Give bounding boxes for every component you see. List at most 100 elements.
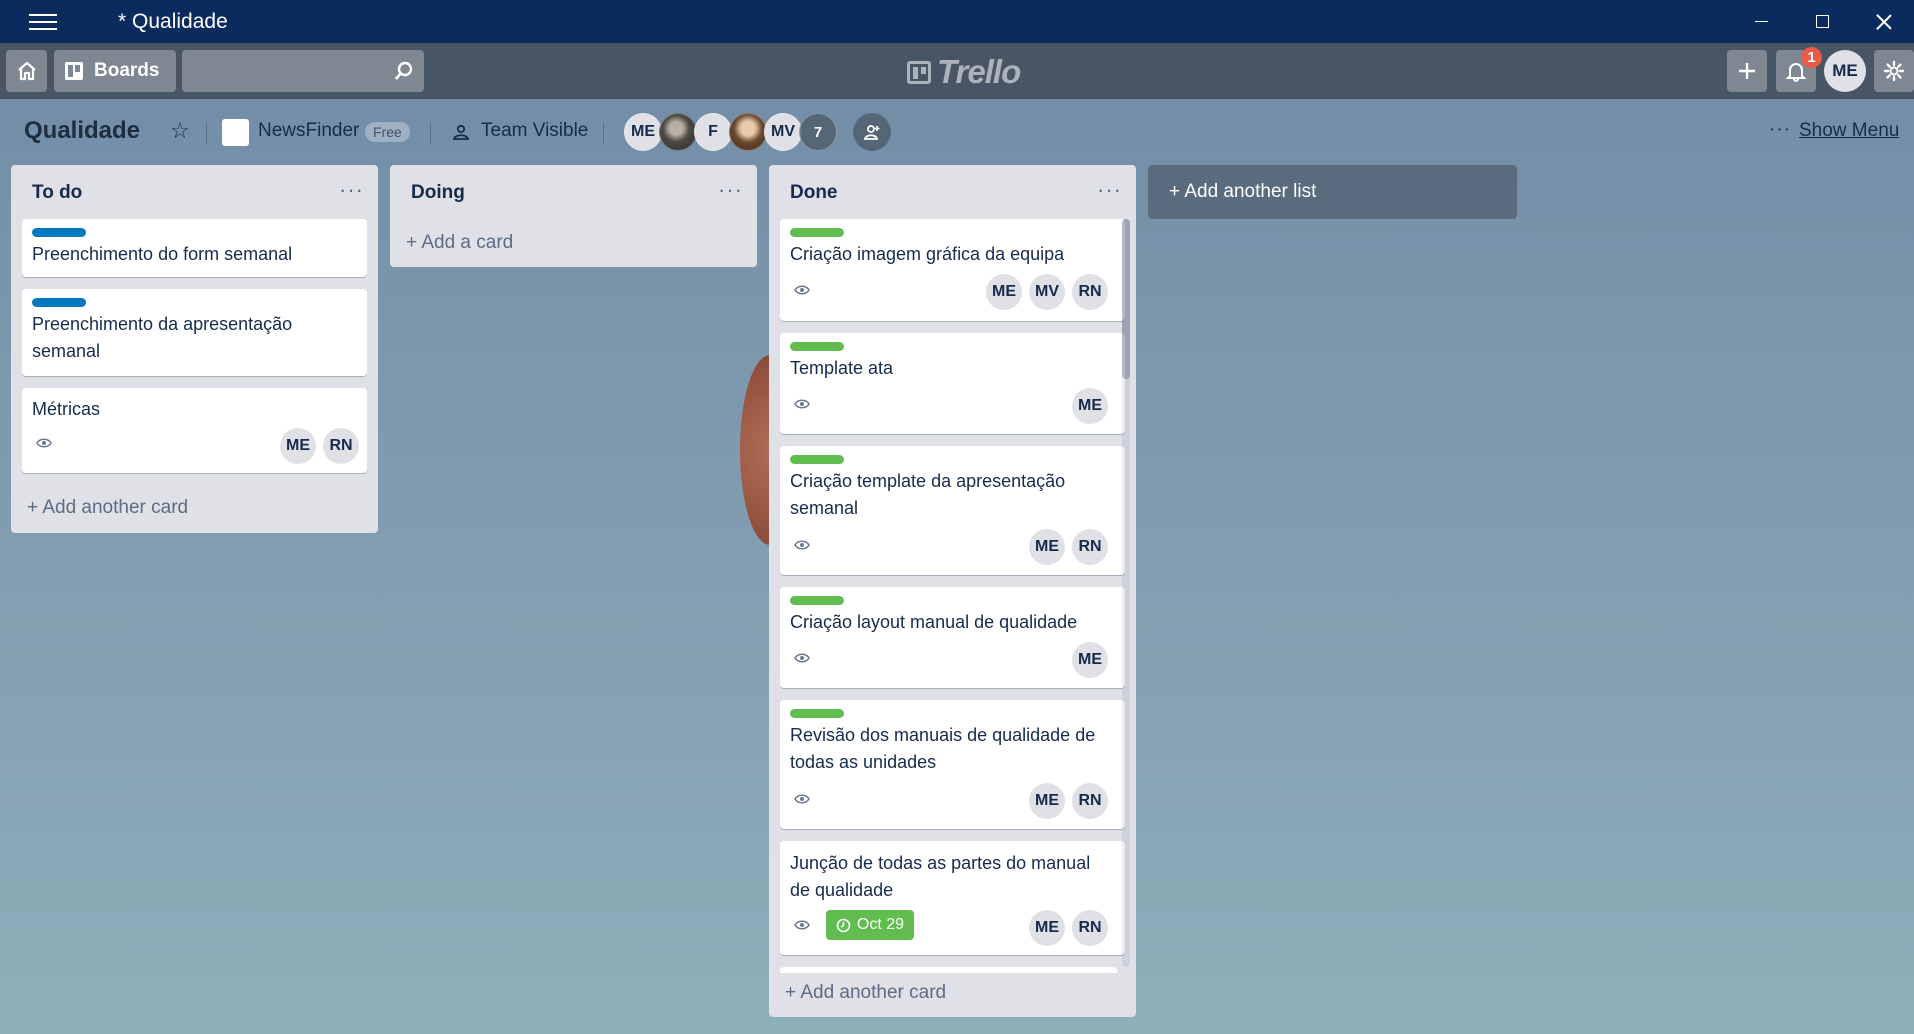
search-icon — [395, 61, 413, 80]
card-member-avatar[interactable]: ME — [1029, 910, 1065, 946]
card-title: Preenchimento do form semanal — [32, 244, 293, 264]
window-controls — [1731, 0, 1914, 43]
notification-count-badge: 1 — [1801, 47, 1822, 68]
board-title[interactable]: Qualidade — [24, 117, 140, 145]
settings-button[interactable] — [1874, 50, 1914, 92]
card[interactable]: Revisão dos manuais de qualidade de toda… — [780, 700, 1125, 829]
watch-eye-icon — [794, 399, 810, 409]
board-members: ME F MV 7 — [624, 113, 837, 151]
home-button[interactable] — [6, 50, 47, 92]
card-member-avatar[interactable]: ME — [1029, 529, 1065, 565]
plan-badge: Free — [365, 122, 410, 142]
member-avatar[interactable]: F — [694, 113, 732, 151]
card-member-avatar[interactable]: ME — [1072, 642, 1108, 678]
card[interactable]: Criação layout manual de qualidade ME — [780, 587, 1125, 688]
list-to-do: To do ··· Preenchimento do form semanal … — [11, 165, 378, 533]
card-member-avatar[interactable]: RN — [1072, 783, 1108, 819]
card[interactable]: Criação imagem gráfica da equipa ME MV R… — [780, 219, 1125, 321]
card-partially-visible[interactable] — [780, 967, 1117, 973]
more-members-count[interactable]: 7 — [799, 113, 837, 151]
card-label-green[interactable] — [790, 228, 844, 237]
list-doing: Doing ··· + Add a card — [390, 165, 757, 267]
hamburger-menu-icon[interactable] — [29, 13, 57, 30]
card[interactable]: Preenchimento do form semanal — [22, 219, 367, 277]
member-avatar-photo[interactable] — [659, 113, 697, 151]
card-member-avatar[interactable]: ME — [1072, 388, 1108, 424]
user-avatar[interactable]: ME — [1824, 50, 1866, 92]
card-label-green[interactable] — [790, 455, 844, 464]
add-card-button[interactable]: + Add a card — [406, 232, 513, 254]
boards-button[interactable]: Boards — [54, 50, 176, 92]
list-menu-icon[interactable]: ··· — [718, 177, 743, 203]
card-member-avatar[interactable]: RN — [1072, 910, 1108, 946]
team-visibility-icon — [452, 124, 470, 140]
divider — [430, 122, 431, 144]
maximize-icon — [1816, 15, 1829, 28]
watch-eye-icon — [794, 540, 810, 550]
team-logo — [222, 119, 249, 146]
member-avatar[interactable]: ME — [624, 113, 662, 151]
card[interactable]: Criação template da apresentação semanal… — [780, 446, 1125, 575]
list-done: Done ··· Criação imagem gráfica da equip… — [769, 165, 1136, 1017]
card-member-avatar[interactable]: RN — [323, 428, 359, 464]
trello-logo-icon — [907, 60, 931, 84]
home-icon — [17, 61, 36, 81]
watch-eye-icon — [794, 285, 810, 295]
card-member-avatar[interactable]: ME — [986, 274, 1022, 310]
list-menu-icon[interactable]: ··· — [1097, 177, 1122, 203]
add-card-button[interactable]: + Add another card — [785, 982, 946, 1004]
trello-logo-text: Trello — [937, 53, 1021, 90]
minimize-button[interactable] — [1731, 0, 1792, 43]
create-button[interactable] — [1727, 50, 1767, 92]
member-avatar[interactable]: MV — [764, 113, 802, 151]
card-member-avatar[interactable]: RN — [1072, 274, 1108, 310]
team-name[interactable]: NewsFinder — [258, 120, 359, 142]
star-icon[interactable]: ☆ — [170, 118, 190, 144]
watch-eye-icon — [794, 653, 810, 663]
gear-icon — [1883, 60, 1905, 82]
divider — [206, 122, 207, 144]
list-scrollbar-thumb[interactable] — [1122, 219, 1130, 379]
card-title: Revisão dos manuais de qualidade de toda… — [790, 725, 1096, 772]
card-title: Junção de todas as partes do manual de q… — [790, 853, 1091, 900]
add-list-button[interactable]: + Add another list — [1148, 165, 1517, 219]
card-title: Criação imagem gráfica da equipa — [790, 244, 1065, 264]
due-date-badge[interactable]: Oct 29 — [826, 910, 914, 940]
visibility-button[interactable]: Team Visible — [481, 120, 588, 142]
member-avatar-photo[interactable] — [729, 113, 767, 151]
card[interactable]: Template ata ME — [780, 333, 1125, 434]
card[interactable]: Métricas ME RN — [22, 388, 367, 473]
minimize-icon — [1755, 21, 1768, 22]
list-title[interactable]: Doing — [411, 182, 465, 204]
trello-logo[interactable]: Trello — [907, 53, 1021, 91]
close-icon — [1876, 14, 1892, 30]
show-menu-dots-icon: ··· — [1769, 119, 1791, 140]
card-member-avatar[interactable]: ME — [1029, 783, 1065, 819]
clock-icon — [836, 918, 851, 932]
card[interactable]: Preenchimento da apresentação semanal — [22, 289, 367, 376]
card-title: Preenchimento da apresentação semanal — [32, 314, 293, 361]
card-label-green[interactable] — [790, 596, 844, 605]
maximize-button[interactable] — [1792, 0, 1853, 43]
card-label-green[interactable] — [790, 342, 844, 351]
list-title[interactable]: Done — [790, 182, 838, 204]
add-card-button[interactable]: + Add another card — [27, 497, 188, 519]
window-titlebar: * Qualidade — [0, 0, 1914, 43]
card[interactable]: Junção de todas as partes do manual de q… — [780, 841, 1125, 955]
card-title: Criação layout manual de qualidade — [790, 612, 1078, 632]
list-scrollbar[interactable] — [1122, 219, 1130, 967]
show-menu-button[interactable]: Show Menu — [1799, 120, 1899, 142]
add-person-icon — [863, 125, 880, 140]
list-menu-icon[interactable]: ··· — [339, 177, 364, 203]
card-member-avatar[interactable]: RN — [1072, 529, 1108, 565]
search-input[interactable] — [182, 50, 382, 92]
card-label-green[interactable] — [790, 709, 844, 718]
list-title[interactable]: To do — [32, 182, 82, 204]
search-box[interactable] — [182, 50, 424, 92]
close-button[interactable] — [1853, 0, 1914, 43]
card-member-avatar[interactable]: ME — [280, 428, 316, 464]
invite-button[interactable] — [853, 113, 891, 151]
card-member-avatar[interactable]: MV — [1029, 274, 1065, 310]
card-label-blue[interactable] — [32, 228, 86, 237]
card-label-blue[interactable] — [32, 298, 86, 307]
